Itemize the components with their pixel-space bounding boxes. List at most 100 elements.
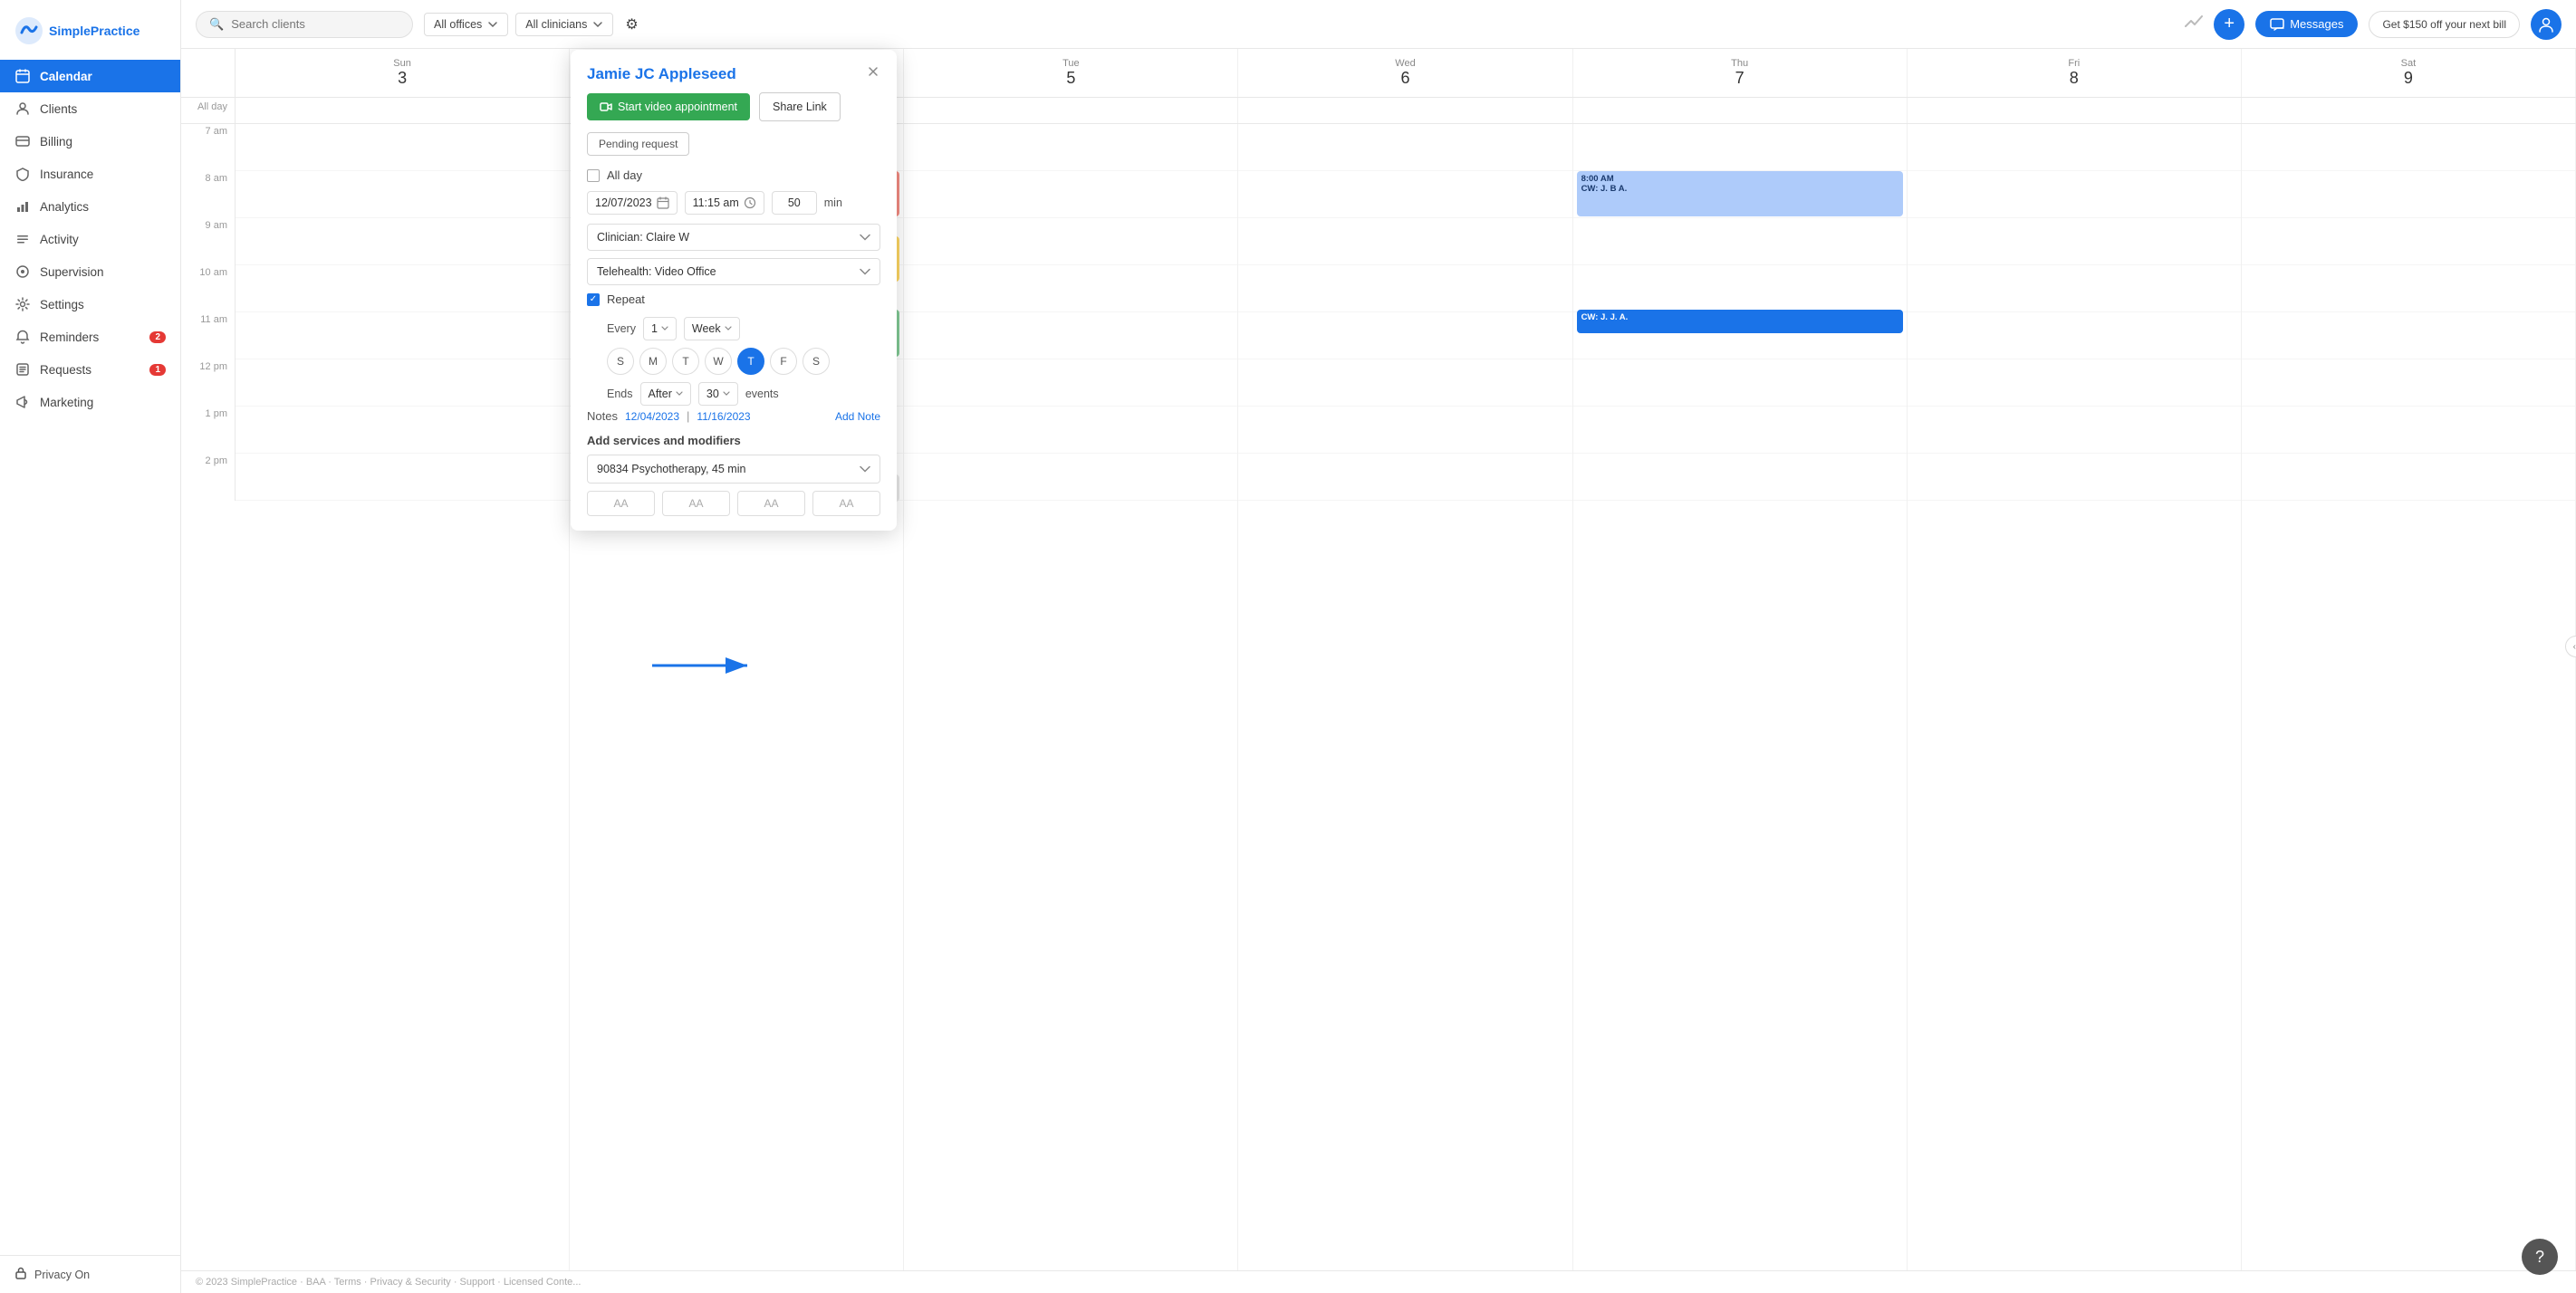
events-label: events <box>745 388 779 400</box>
day-header-sun: Sun 3 <box>235 49 570 97</box>
clinician-select[interactable]: Clinician: Claire W <box>587 224 880 251</box>
day-btn-mon[interactable]: M <box>639 348 667 375</box>
time-input[interactable]: 11:15 am <box>685 191 764 215</box>
sidebar-item-supervision[interactable]: Supervision <box>0 255 180 288</box>
day-col-wed[interactable] <box>1238 124 1572 1270</box>
day-btn-sun[interactable]: S <box>607 348 634 375</box>
add-note-button[interactable]: Add Note <box>835 410 880 423</box>
share-link-button[interactable]: Share Link <box>759 92 841 121</box>
status-badge: Pending request <box>587 132 689 156</box>
analytics-icon <box>14 198 31 215</box>
offices-filter[interactable]: All offices <box>424 13 508 36</box>
requests-icon <box>14 361 31 378</box>
chevron-down-icon <box>725 326 732 331</box>
chevron-down-icon <box>860 268 870 275</box>
day-col-sat[interactable] <box>2242 124 2576 1270</box>
day-btn-sat[interactable]: S <box>803 348 830 375</box>
chevron-down-icon <box>487 19 498 30</box>
ends-after-select[interactable]: After <box>640 382 691 406</box>
view-options-button[interactable]: ⚙ <box>620 11 642 38</box>
day-col-tue[interactable] <box>904 124 1238 1270</box>
sidebar-item-marketing[interactable]: Marketing <box>0 386 180 418</box>
sidebar-item-activity[interactable]: Activity <box>0 223 180 255</box>
calendar-area: Sun 3 Mon 4 Tue 5 Wed 6 Thu 7 <box>181 49 2576 1270</box>
clock-icon <box>744 196 756 209</box>
sidebar-item-calendar[interactable]: Calendar <box>0 60 180 92</box>
trend-icon[interactable] <box>2185 15 2203 33</box>
help-button[interactable]: ? <box>2522 1239 2558 1275</box>
ends-after-value: After <box>649 388 672 400</box>
user-avatar[interactable] <box>2531 9 2562 40</box>
modifier-1[interactable]: AA <box>587 491 655 516</box>
every-num-select[interactable]: 1 <box>643 317 677 340</box>
sidebar: SimplePractice Calendar Clients <box>0 0 181 1293</box>
day-col-sun[interactable] <box>235 124 570 1270</box>
frequency-select[interactable]: Week <box>684 317 740 340</box>
repeat-options: Every 1 Week S <box>587 317 880 406</box>
time-header-cell <box>181 49 235 97</box>
topbar-right: + Messages Get $150 off your next bill <box>2185 9 2562 40</box>
event-8am-thu[interactable]: 8:00 AM CW: J. B A. <box>1577 171 1903 216</box>
modifier-3[interactable]: AA <box>737 491 805 516</box>
location-select[interactable]: Telehealth: Video Office <box>587 258 880 285</box>
chevron-down-icon <box>860 465 870 473</box>
day-btn-thu[interactable]: T <box>737 348 764 375</box>
day-header-sat: Sat 9 <box>2242 49 2576 97</box>
popup-title: Jamie JC Appleseed <box>587 65 736 83</box>
offices-label: All offices <box>434 18 482 31</box>
notes-label: Notes <box>587 409 618 423</box>
ends-label: Ends <box>607 388 633 400</box>
messages-button[interactable]: Messages <box>2255 11 2358 37</box>
day-btn-wed[interactable]: W <box>705 348 732 375</box>
sidebar-item-clients[interactable]: Clients <box>0 92 180 125</box>
all-day-cell-thu <box>1573 98 1908 123</box>
day-col-thu[interactable]: 8:00 AM CW: J. B A. CW: J. J. A. <box>1573 124 1908 1270</box>
service-select[interactable]: 90834 Psychotherapy, 45 min <box>587 455 880 484</box>
duration-input[interactable]: 50 <box>772 191 817 215</box>
search-input[interactable] <box>231 17 399 31</box>
note-date1-link[interactable]: 12/04/2023 <box>625 410 679 423</box>
sidebar-item-billing[interactable]: Billing <box>0 125 180 158</box>
note-date2-link[interactable]: 11/16/2023 <box>697 410 750 423</box>
time-slot-2pm: 2 pm <box>181 454 235 501</box>
clinicians-filter[interactable]: All clinicians <box>515 13 613 36</box>
add-button[interactable]: + <box>2214 9 2244 40</box>
popup-close-button[interactable] <box>866 64 880 83</box>
search-box[interactable]: 🔍 <box>196 11 413 38</box>
sidebar-item-analytics[interactable]: Analytics <box>0 190 180 223</box>
sidebar-item-label: Requests <box>40 363 91 377</box>
start-video-button[interactable]: Start video appointment <box>587 93 750 120</box>
modifier-2[interactable]: AA <box>662 491 730 516</box>
sidebar-bottom[interactable]: Privacy On <box>0 1255 180 1293</box>
calendar-input-icon <box>657 196 669 209</box>
service-value: 90834 Psychotherapy, 45 min <box>597 463 745 475</box>
ends-num-select[interactable]: 30 <box>698 382 738 406</box>
days-row: S M T W T F S <box>607 348 880 375</box>
sidebar-item-reminders[interactable]: Reminders 2 <box>0 321 180 353</box>
chevron-down-icon <box>860 234 870 241</box>
sidebar-item-requests[interactable]: Requests 1 <box>0 353 180 386</box>
repeat-label: Repeat <box>607 292 645 306</box>
promo-button[interactable]: Get $150 off your next bill <box>2369 11 2520 38</box>
chevron-down-icon <box>676 391 683 397</box>
time-slot-7am: 7 am <box>181 124 235 171</box>
day-btn-tue[interactable]: T <box>672 348 699 375</box>
day-col-fri[interactable] <box>1908 124 2242 1270</box>
time-slot-9am: 9 am <box>181 218 235 265</box>
sidebar-item-insurance[interactable]: Insurance <box>0 158 180 190</box>
logo[interactable]: SimplePractice <box>0 7 180 60</box>
all-day-checkbox[interactable] <box>587 169 600 182</box>
search-icon: 🔍 <box>209 17 224 32</box>
calendar-header: Sun 3 Mon 4 Tue 5 Wed 6 Thu 7 <box>181 49 2576 98</box>
sidebar-item-settings[interactable]: Settings <box>0 288 180 321</box>
day-btn-fri[interactable]: F <box>770 348 797 375</box>
repeat-checkbox[interactable]: ✓ <box>587 293 600 306</box>
date-input[interactable]: 12/07/2023 <box>587 191 678 215</box>
day-header-wed: Wed 6 <box>1238 49 1572 97</box>
event-11am-thu[interactable]: CW: J. J. A. <box>1577 310 1903 333</box>
modifier-4[interactable]: AA <box>812 491 880 516</box>
main-content: 🔍 All offices All clinicians ⚙ + <box>181 0 2576 1293</box>
time-slot-12pm: 12 pm <box>181 359 235 407</box>
message-icon <box>2270 18 2284 31</box>
topbar: 🔍 All offices All clinicians ⚙ + <box>181 0 2576 49</box>
